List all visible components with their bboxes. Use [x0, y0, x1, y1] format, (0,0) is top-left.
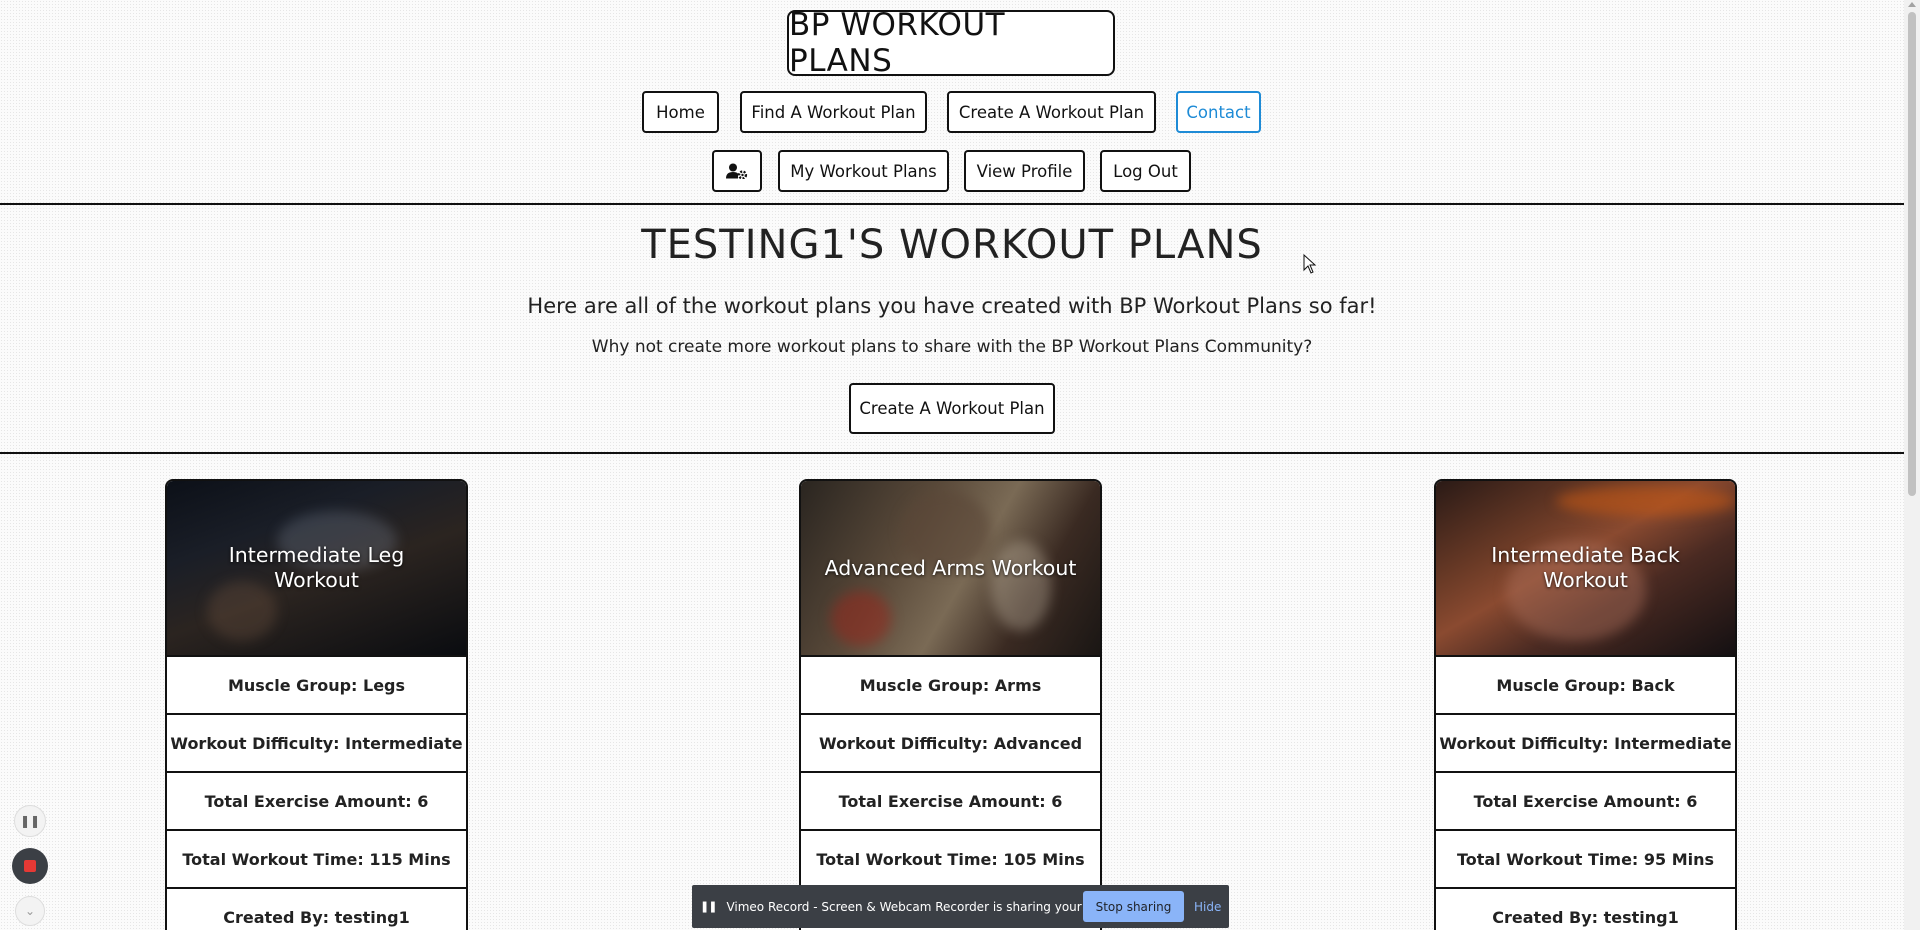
card-exercise-amount: Total Exercise Amount: 6: [1436, 773, 1735, 831]
workout-card[interactable]: Intermediate Leg Workout Muscle Group: L…: [165, 479, 468, 930]
card-exercise-amount: Total Exercise Amount: 6: [167, 773, 466, 831]
page-scrollbar[interactable]: [1904, 0, 1920, 930]
nav-my-plans-button[interactable]: My Workout Plans: [778, 150, 949, 192]
recorder-collapse-button[interactable]: ⌄: [15, 896, 45, 926]
page: BP WORKOUT PLANS Home Find A Workout Pla…: [0, 0, 1904, 930]
nav-contact-button[interactable]: Contact: [1176, 91, 1261, 133]
site-logo[interactable]: BP WORKOUT PLANS: [787, 7, 1115, 79]
create-plan-cta-button[interactable]: Create A Workout Plan: [849, 383, 1055, 434]
hide-button[interactable]: Hide: [1194, 891, 1221, 922]
header-divider: [0, 203, 1904, 205]
screen-share-bar: ❚❚ Vimeo Record - Screen & Webcam Record…: [692, 885, 1229, 928]
stop-sharing-button[interactable]: Stop sharing: [1083, 891, 1184, 922]
page-prompt: Why not create more workout plans to sha…: [591, 337, 1313, 357]
card-exercise-amount: Total Exercise Amount: 6: [801, 773, 1100, 831]
recorder-stop-button[interactable]: [12, 848, 48, 884]
card-difficulty: Workout Difficulty: Advanced: [801, 715, 1100, 773]
card-workout-time: Total Workout Time: 95 Mins: [1436, 831, 1735, 889]
card-muscle-group: Muscle Group: Arms: [801, 657, 1100, 715]
scroll-up-icon[interactable]: [1908, 2, 1916, 7]
chevron-down-icon: ⌄: [24, 904, 36, 918]
nav-find-plan-button[interactable]: Find A Workout Plan: [740, 91, 927, 133]
card-created-by: Created By: testing1: [167, 889, 466, 930]
account-settings-button[interactable]: [712, 150, 762, 192]
recorder-pause-button[interactable]: ❚❚: [14, 805, 46, 837]
screen-share-message: Vimeo Record - Screen & Webcam Recorder …: [726, 899, 1130, 914]
pause-icon: ❚❚: [700, 900, 717, 913]
card-workout-time: Total Workout Time: 115 Mins: [167, 831, 466, 889]
pause-icon: ❚❚: [19, 814, 41, 828]
mouse-cursor-icon: [1303, 254, 1317, 274]
card-title[interactable]: Intermediate Leg Workout: [187, 543, 446, 592]
workout-card[interactable]: Advanced Arms Workout Muscle Group: Arms…: [799, 479, 1102, 930]
card-image: Intermediate Back Workout: [1436, 481, 1735, 657]
card-difficulty: Workout Difficulty: Intermediate: [1436, 715, 1735, 773]
card-muscle-group: Muscle Group: Legs: [167, 657, 466, 715]
page-subtitle: Here are all of the workout plans you ha…: [527, 294, 1377, 318]
card-created-by: Created By: testing1: [1436, 889, 1735, 930]
card-title[interactable]: Advanced Arms Workout: [825, 556, 1077, 581]
card-muscle-group: Muscle Group: Back: [1436, 657, 1735, 715]
nav-create-plan-button[interactable]: Create A Workout Plan: [947, 91, 1156, 133]
stop-icon: [24, 860, 36, 872]
card-image: Intermediate Leg Workout: [167, 481, 466, 657]
nav-view-profile-button[interactable]: View Profile: [964, 150, 1085, 192]
card-title[interactable]: Intermediate Back Workout: [1456, 543, 1715, 592]
user-cog-icon: [726, 163, 748, 179]
card-workout-time: Total Workout Time: 105 Mins: [801, 831, 1100, 889]
nav-home-button[interactable]: Home: [642, 91, 719, 133]
workout-card[interactable]: Intermediate Back Workout Muscle Group: …: [1434, 479, 1737, 930]
page-title: TESTING1'S WORKOUT PLANS: [641, 222, 1263, 268]
scrollbar-thumb[interactable]: [1908, 12, 1916, 496]
card-difficulty: Workout Difficulty: Intermediate: [167, 715, 466, 773]
nav-logout-button[interactable]: Log Out: [1100, 150, 1191, 192]
content-divider: [0, 452, 1904, 454]
card-image: Advanced Arms Workout: [801, 481, 1100, 657]
